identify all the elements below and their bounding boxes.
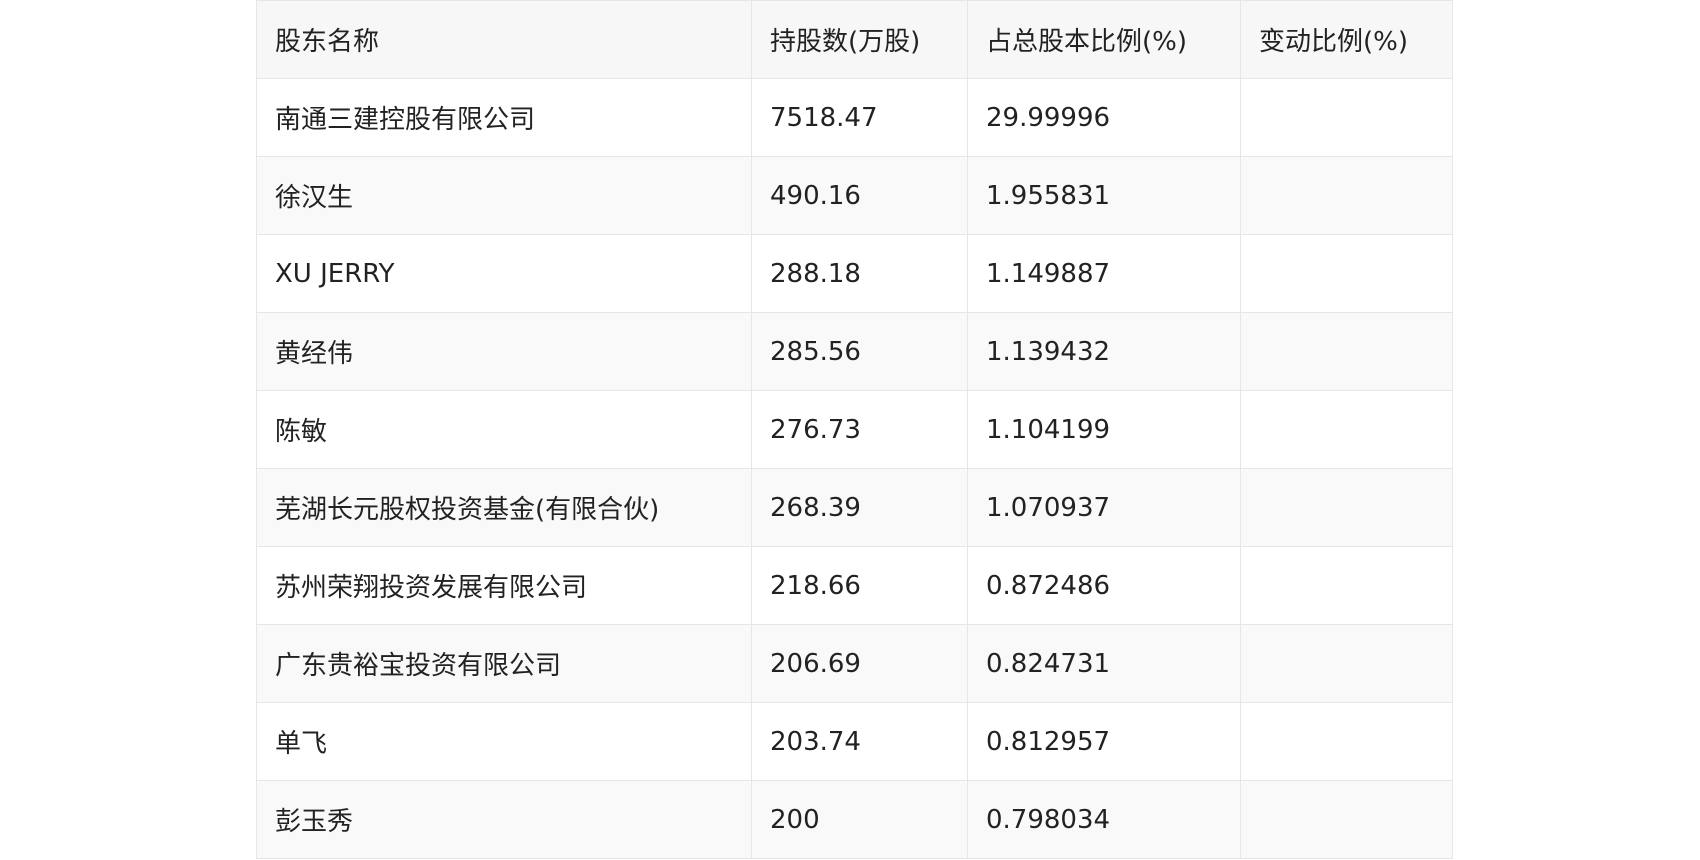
cell-share-ratio: 1.104199 <box>967 390 1241 469</box>
cell-change-ratio <box>1240 546 1453 625</box>
cell-share-ratio: 1.955831 <box>967 156 1241 235</box>
table-row: 芜湖长元股权投资基金(有限合伙) 268.39 1.070937 <box>256 468 1453 547</box>
table-row: 徐汉生 490.16 1.955831 <box>256 156 1453 235</box>
cell-shares-held: 268.39 <box>751 468 968 547</box>
table-row: 单飞 203.74 0.812957 <box>256 702 1453 781</box>
cell-shareholder-name: XU JERRY <box>256 234 752 313</box>
cell-shareholder-name: 芜湖长元股权投资基金(有限合伙) <box>256 468 752 547</box>
cell-share-ratio: 0.872486 <box>967 546 1241 625</box>
table-row: 陈敏 276.73 1.104199 <box>256 390 1453 469</box>
cell-share-ratio: 1.070937 <box>967 468 1241 547</box>
cell-shareholder-name: 黄经伟 <box>256 312 752 391</box>
cell-share-ratio: 0.824731 <box>967 624 1241 703</box>
cell-change-ratio <box>1240 312 1453 391</box>
cell-change-ratio <box>1240 702 1453 781</box>
cell-shares-held: 218.66 <box>751 546 968 625</box>
cell-share-ratio: 0.798034 <box>967 780 1241 859</box>
cell-shareholder-name: 南通三建控股有限公司 <box>256 78 752 157</box>
cell-change-ratio <box>1240 156 1453 235</box>
cell-share-ratio: 1.139432 <box>967 312 1241 391</box>
cell-change-ratio <box>1240 234 1453 313</box>
table-row: 广东贵裕宝投资有限公司 206.69 0.824731 <box>256 624 1453 703</box>
cell-shares-held: 288.18 <box>751 234 968 313</box>
cell-change-ratio <box>1240 468 1453 547</box>
cell-shareholder-name: 苏州荣翔投资发展有限公司 <box>256 546 752 625</box>
header-shareholder-name: 股东名称 <box>256 0 752 79</box>
table-row: 苏州荣翔投资发展有限公司 218.66 0.872486 <box>256 546 1453 625</box>
shareholder-table-container: 股东名称 持股数(万股) 占总股本比例(%) 变动比例(%) 南通三建控股有限公… <box>256 0 1453 859</box>
cell-change-ratio <box>1240 390 1453 469</box>
cell-change-ratio <box>1240 78 1453 157</box>
cell-shares-held: 285.56 <box>751 312 968 391</box>
shareholder-table: 股东名称 持股数(万股) 占总股本比例(%) 变动比例(%) 南通三建控股有限公… <box>256 0 1453 859</box>
cell-shareholder-name: 广东贵裕宝投资有限公司 <box>256 624 752 703</box>
cell-change-ratio <box>1240 780 1453 859</box>
cell-change-ratio <box>1240 624 1453 703</box>
table-header-row: 股东名称 持股数(万股) 占总股本比例(%) 变动比例(%) <box>256 0 1453 79</box>
cell-share-ratio: 0.812957 <box>967 702 1241 781</box>
header-change-ratio: 变动比例(%) <box>1240 0 1453 79</box>
cell-shares-held: 203.74 <box>751 702 968 781</box>
cell-shareholder-name: 徐汉生 <box>256 156 752 235</box>
cell-shares-held: 490.16 <box>751 156 968 235</box>
cell-shares-held: 206.69 <box>751 624 968 703</box>
cell-shares-held: 7518.47 <box>751 78 968 157</box>
header-shares-held: 持股数(万股) <box>751 0 968 79</box>
cell-shareholder-name: 彭玉秀 <box>256 780 752 859</box>
table-row: 南通三建控股有限公司 7518.47 29.99996 <box>256 78 1453 157</box>
table-row: 彭玉秀 200 0.798034 <box>256 780 1453 859</box>
cell-share-ratio: 29.99996 <box>967 78 1241 157</box>
cell-share-ratio: 1.149887 <box>967 234 1241 313</box>
table-row: 黄经伟 285.56 1.139432 <box>256 312 1453 391</box>
header-share-ratio: 占总股本比例(%) <box>967 0 1241 79</box>
cell-shareholder-name: 陈敏 <box>256 390 752 469</box>
cell-shares-held: 276.73 <box>751 390 968 469</box>
table-row: XU JERRY 288.18 1.149887 <box>256 234 1453 313</box>
cell-shareholder-name: 单飞 <box>256 702 752 781</box>
cell-shares-held: 200 <box>751 780 968 859</box>
